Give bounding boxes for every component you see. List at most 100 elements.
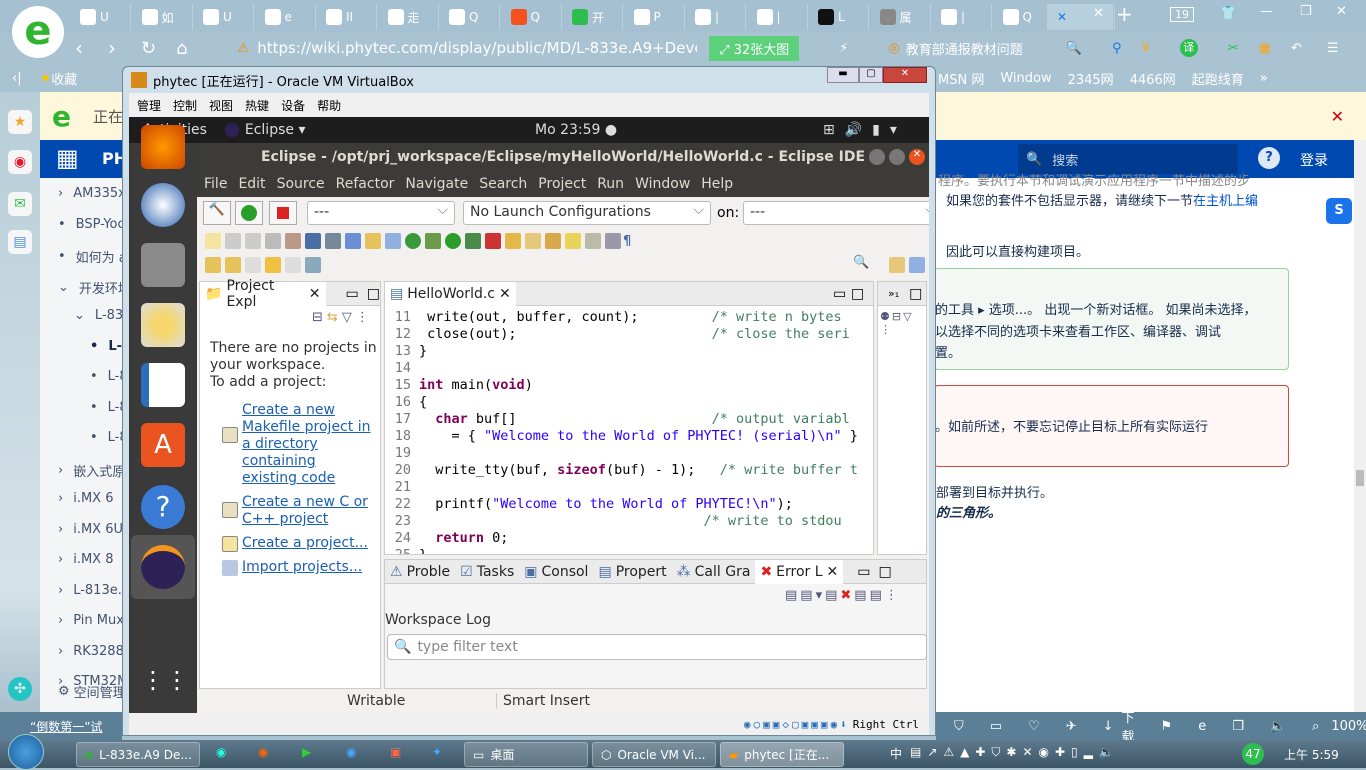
minimize-icon[interactable]: ▭ bbox=[346, 286, 359, 302]
launch-config-select[interactable]: No Launch Configurations bbox=[463, 201, 711, 225]
browser-tab[interactable]: U bbox=[193, 4, 254, 30]
rocket-icon[interactable]: ✈ bbox=[1066, 719, 1077, 734]
run-icon[interactable] bbox=[445, 233, 461, 249]
menu-source[interactable]: Source bbox=[277, 176, 325, 192]
tab-project-explorer[interactable]: 📁 Project Expl ✕ bbox=[200, 278, 326, 310]
maximize-icon[interactable]: □ bbox=[367, 286, 380, 302]
tray-icons[interactable]: ▤↗⚠▲✚⛉✱✕◉✚▯▂🔈 bbox=[910, 745, 1120, 760]
open-type-icon[interactable] bbox=[525, 233, 541, 249]
eclipse-icon[interactable] bbox=[131, 535, 195, 599]
pin-editor-icon[interactable] bbox=[305, 257, 321, 273]
close-icon[interactable]: ✕ bbox=[827, 564, 839, 580]
favorites-button[interactable]: 收藏 bbox=[51, 69, 77, 88]
menu-run[interactable]: Run bbox=[597, 176, 624, 192]
nav-item[interactable]: › RK3288 bbox=[58, 644, 124, 659]
nav-item[interactable]: › Pin Mux bbox=[58, 613, 124, 628]
open-perspective-icon[interactable] bbox=[889, 257, 905, 273]
player-icon[interactable]: ▶ bbox=[302, 745, 311, 759]
nav-item[interactable]: › L-813e.A bbox=[58, 583, 130, 598]
float-s-icon[interactable]: S bbox=[1326, 198, 1352, 224]
bookmark-item[interactable]: 4466网 bbox=[1130, 69, 1176, 88]
filter-icon[interactable]: ▽ bbox=[342, 310, 356, 325]
tab-tasks[interactable]: ☑ Tasks bbox=[455, 560, 519, 584]
menu-refactor[interactable]: Refactor bbox=[336, 176, 395, 192]
flag-icon[interactable]: ⚑ bbox=[1161, 719, 1173, 734]
firefox-icon[interactable]: ◉ bbox=[258, 745, 268, 759]
browser-tab[interactable]: L bbox=[808, 4, 869, 30]
vbox-menu-item[interactable]: 设备 bbox=[281, 97, 305, 114]
next-annotation-icon[interactable] bbox=[205, 257, 221, 273]
pinned-app-icon[interactable]: ◉ bbox=[346, 745, 356, 759]
highlight-icon[interactable] bbox=[565, 233, 581, 249]
whitespace-icon[interactable]: ¶ bbox=[623, 234, 631, 249]
rhythmbox-icon[interactable] bbox=[141, 303, 185, 347]
big-images-button[interactable]: ⤢ 32张大图 bbox=[709, 35, 800, 61]
vbox-close-button[interactable]: ✕ bbox=[883, 67, 927, 83]
window-icon[interactable]: ❐ bbox=[1232, 719, 1244, 734]
menu-window[interactable]: Window bbox=[635, 176, 690, 192]
writer-icon[interactable] bbox=[141, 363, 185, 407]
skin-icon[interactable]: 👕 bbox=[1220, 6, 1236, 21]
stop-button[interactable] bbox=[269, 201, 297, 225]
scissors-icon[interactable]: ✂ bbox=[1228, 41, 1239, 56]
menu-icon[interactable]: ☰ bbox=[1327, 41, 1339, 56]
bookmark-item[interactable]: Window bbox=[1000, 71, 1051, 86]
filter-input[interactable]: 🔍 type filter text bbox=[387, 634, 927, 660]
notice-close-icon[interactable]: ✕ bbox=[1331, 107, 1344, 126]
health-icon[interactable]: ♡ bbox=[1028, 719, 1040, 734]
taskbar-virtualbox[interactable]: ⬡ Oracle VM Vi... bbox=[592, 742, 716, 767]
bug-icon[interactable] bbox=[425, 233, 441, 249]
mail-icon[interactable]: ✉ bbox=[8, 192, 32, 216]
back-nav-icon[interactable] bbox=[265, 257, 281, 273]
browser-tab[interactable]: | bbox=[685, 4, 746, 30]
menu-search[interactable]: Search bbox=[479, 176, 527, 192]
maximize-icon[interactable]: □ bbox=[851, 286, 864, 302]
home-icon[interactable]: ⌂ bbox=[176, 38, 187, 59]
last-edit-icon[interactable] bbox=[245, 257, 261, 273]
browser-tab[interactable]: Q bbox=[501, 4, 562, 30]
space-admin-link[interactable]: ⚙ 空间管理 bbox=[58, 682, 126, 701]
lightning-icon[interactable]: ⚡ bbox=[839, 41, 848, 56]
tab-count-badge[interactable]: 19 bbox=[1170, 7, 1194, 22]
create-makefile-project-link[interactable]: Create a new Makefile project in a direc… bbox=[242, 402, 372, 487]
software-center-icon[interactable]: A bbox=[141, 423, 185, 467]
save-all-icon[interactable] bbox=[245, 233, 261, 249]
nav-item[interactable]: › 嵌入式原 bbox=[58, 461, 125, 480]
create-project-link[interactable]: Create a project... bbox=[242, 535, 368, 552]
content-link[interactable]: 在主机上编 bbox=[1193, 194, 1258, 209]
tab-helloworld-c[interactable]: ▤ HelloWorld.c ✕ bbox=[385, 282, 516, 306]
new-source-folder-icon[interactable] bbox=[365, 233, 381, 249]
import-projects-link[interactable]: Import projects... bbox=[242, 559, 362, 576]
browser-tab[interactable]: | bbox=[931, 4, 992, 30]
debug-icon[interactable] bbox=[325, 233, 341, 249]
tab-consol[interactable]: ▣ Consol bbox=[519, 560, 593, 584]
maximize-icon[interactable]: □ bbox=[879, 564, 892, 580]
browser-tab[interactable]: Q bbox=[993, 4, 1054, 30]
ime-icon[interactable]: 中 bbox=[890, 745, 902, 762]
show-apps-icon[interactable]: ⋮⋮⋮ bbox=[141, 658, 213, 702]
menu-file[interactable]: File bbox=[204, 176, 227, 192]
app-switcher-icon[interactable]: ▦ bbox=[56, 144, 79, 172]
translate-icon[interactable]: 译 bbox=[1179, 39, 1198, 57]
pinned-app-icon[interactable]: ◉ bbox=[216, 745, 226, 759]
browser-tab[interactable]: P bbox=[624, 4, 685, 30]
favorites-icon[interactable]: ★ bbox=[8, 110, 32, 134]
close-icon[interactable]: ✕ bbox=[309, 286, 321, 302]
tab-call-gra[interactable]: ⁂ Call Gra bbox=[672, 560, 756, 584]
launch-button[interactable] bbox=[235, 201, 263, 225]
new-icon[interactable] bbox=[205, 233, 221, 249]
lock-warning-icon[interactable]: ⚠ bbox=[238, 41, 250, 56]
build-all-icon[interactable] bbox=[265, 233, 281, 249]
vbox-menu-item[interactable]: 管理 bbox=[137, 97, 161, 114]
bookmark-item[interactable]: 起跑线育 bbox=[1192, 69, 1244, 88]
launch-mode-select[interactable]: --- bbox=[307, 201, 455, 225]
notification-badge[interactable]: 47 bbox=[1242, 743, 1264, 765]
sound-icon[interactable]: 🔈 bbox=[1270, 719, 1286, 734]
vbox-menu-item[interactable]: 视图 bbox=[209, 97, 233, 114]
help-icon[interactable]: ? bbox=[141, 485, 185, 529]
reload-icon[interactable]: ↻ bbox=[141, 38, 156, 59]
login-link[interactable]: 登录 bbox=[1300, 150, 1328, 170]
app-menu[interactable]: Eclipse ▾ bbox=[245, 122, 306, 138]
close-icon[interactable]: ✕ bbox=[499, 286, 511, 302]
apps-icon[interactable]: ▦ bbox=[1259, 41, 1271, 56]
